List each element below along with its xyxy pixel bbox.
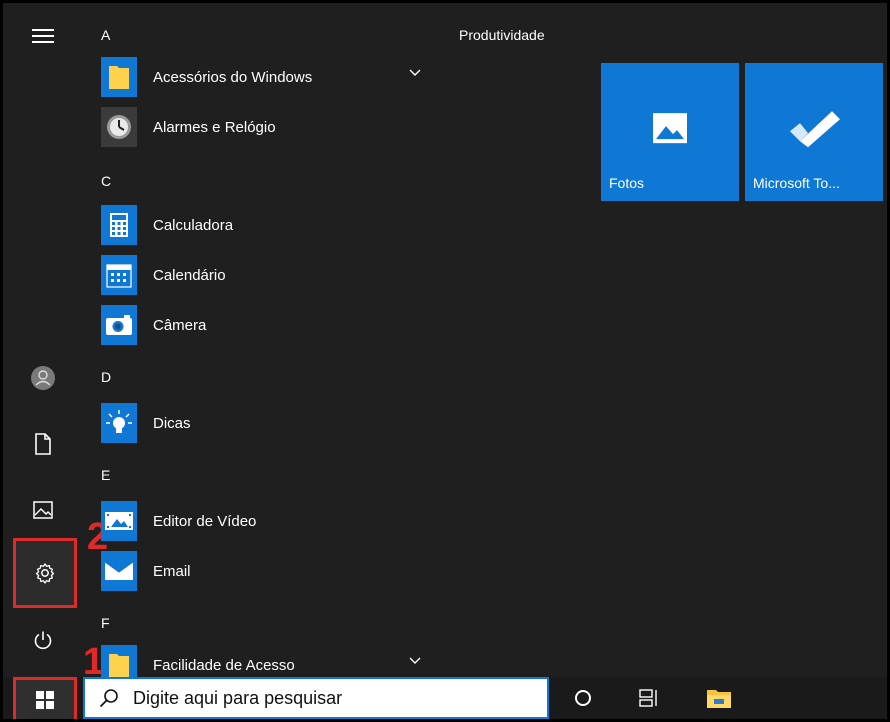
- settings-icon: [35, 563, 55, 584]
- section-letter-f[interactable]: F: [101, 615, 110, 631]
- chevron-down-icon[interactable]: [409, 657, 421, 665]
- list-item[interactable]: Email: [101, 549, 431, 593]
- tile-microsoft-todo[interactable]: Microsoft To...: [745, 63, 883, 201]
- camera-icon: [106, 315, 132, 335]
- start-menu: 2 1 A Acessórios do Windows Alarmes e Re…: [0, 0, 890, 722]
- pictures-button[interactable]: [11, 486, 75, 534]
- power-icon: [34, 631, 52, 650]
- cortana-icon: [575, 690, 591, 706]
- app-label: Editor de Vídeo: [153, 512, 257, 530]
- search-input[interactable]: Digite aqui para pesquisar: [133, 688, 342, 709]
- app-label: Câmera: [153, 316, 207, 334]
- task-view-button[interactable]: [629, 677, 669, 719]
- lightbulb-icon: [106, 410, 132, 433]
- pictures-icon: [33, 501, 53, 519]
- section-letter-d[interactable]: D: [101, 369, 111, 385]
- section-letter-c[interactable]: C: [101, 173, 111, 189]
- file-explorer-button[interactable]: [699, 677, 739, 719]
- tile-fotos[interactable]: Fotos: [601, 63, 739, 201]
- microsoft-todo-icon: [790, 111, 840, 148]
- documents-button[interactable]: [11, 420, 75, 468]
- clock-icon: [107, 115, 131, 139]
- file-explorer-icon: [707, 690, 731, 708]
- mail-icon: [104, 561, 134, 580]
- list-item[interactable]: Câmera: [101, 303, 431, 347]
- tile-label: Fotos: [609, 175, 645, 191]
- search-icon: [99, 689, 118, 708]
- user-icon: [31, 366, 55, 390]
- app-label: Dicas: [153, 414, 191, 432]
- app-list: A Acessórios do Windows Alarmes e Relógi…: [97, 3, 437, 685]
- tile-group-title[interactable]: Produtividade: [459, 27, 545, 43]
- list-item[interactable]: Alarmes e Relógio: [101, 105, 431, 149]
- section-letter-a[interactable]: A: [101, 27, 110, 43]
- cortana-button[interactable]: [563, 677, 603, 719]
- app-label: Acessórios do Windows: [153, 68, 313, 86]
- start-button[interactable]: [13, 677, 77, 719]
- start-menu-rail: [3, 3, 87, 680]
- document-icon: [35, 433, 51, 455]
- app-label: Alarmes e Relógio: [153, 118, 276, 136]
- taskbar: Digite aqui para pesquisar: [3, 677, 887, 719]
- list-item[interactable]: Editor de Vídeo: [101, 499, 431, 543]
- app-label: Facilidade de Acesso: [153, 656, 295, 674]
- app-label: Email: [153, 562, 191, 580]
- windows-start-icon: [36, 690, 54, 709]
- tile-label: Microsoft To...: [753, 175, 840, 191]
- list-item[interactable]: Calculadora: [101, 203, 431, 247]
- list-item[interactable]: Dicas: [101, 401, 431, 445]
- search-box[interactable]: Digite aqui para pesquisar: [83, 677, 549, 719]
- task-view-icon: [639, 689, 657, 707]
- video-editor-icon: [105, 512, 133, 530]
- photos-icon: [653, 113, 687, 144]
- power-button[interactable]: [11, 616, 75, 664]
- chevron-down-icon[interactable]: [409, 69, 421, 77]
- list-item[interactable]: Calendário: [101, 253, 431, 297]
- calendar-icon: [106, 264, 132, 288]
- app-label: Calculadora: [153, 216, 234, 234]
- folder-icon: [109, 66, 129, 89]
- hamburger-menu-icon: [32, 29, 54, 43]
- section-letter-e[interactable]: E: [101, 467, 110, 483]
- app-label: Calendário: [153, 266, 226, 284]
- calculator-icon: [110, 213, 128, 237]
- folder-icon: [109, 654, 129, 677]
- list-item[interactable]: Acessórios do Windows: [101, 55, 431, 99]
- expand-menu-button[interactable]: [11, 12, 75, 60]
- settings-button[interactable]: [13, 538, 77, 608]
- account-button[interactable]: [11, 354, 75, 402]
